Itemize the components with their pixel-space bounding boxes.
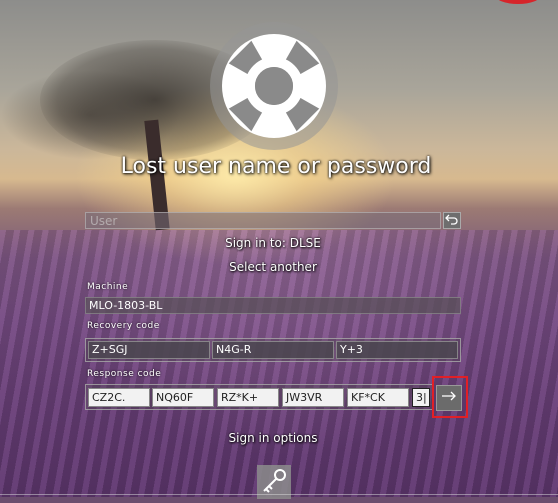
response-code-field-active[interactable]: 3| [412,388,430,407]
recovery-code-label: Recovery code [87,321,160,331]
back-arrow-icon [445,214,458,225]
response-code-field[interactable]: JW3VR [282,388,344,407]
response-code-field[interactable]: CZ2C. [88,388,150,407]
back-button[interactable] [443,212,461,229]
recovery-code-cell: N4G-R [212,341,334,359]
response-code-label: Response code [87,369,162,379]
response-code-field[interactable]: KF*CK [347,388,409,407]
lifebuoy-icon [222,34,326,138]
recovery-code-group: Z+SGJ N4G-R Y+3 [85,338,461,362]
arrow-right-icon [442,391,456,401]
bottom-divider [0,494,558,495]
machine-value: MLO-1803-BL [85,297,461,314]
recovery-code-cell: Z+SGJ [88,341,210,359]
user-name-input[interactable] [85,212,441,229]
sign-in-options-link[interactable]: Sign in options [0,431,546,445]
response-code-group: CZ2C. NQ60F RZ*K+ JW3VR KF*CK 3| [85,384,433,410]
submit-button[interactable] [436,385,462,411]
response-code-field[interactable]: RZ*K+ [217,388,279,407]
recovery-code-cell: Y+3 [336,341,458,359]
select-another-link[interactable]: Select another [0,260,546,274]
sign-in-target-text: Sign in to: DLSE [225,236,321,250]
machine-label: Machine [87,282,129,292]
page-title: Lost user name or password [120,154,432,179]
response-code-field[interactable]: NQ60F [152,388,214,407]
